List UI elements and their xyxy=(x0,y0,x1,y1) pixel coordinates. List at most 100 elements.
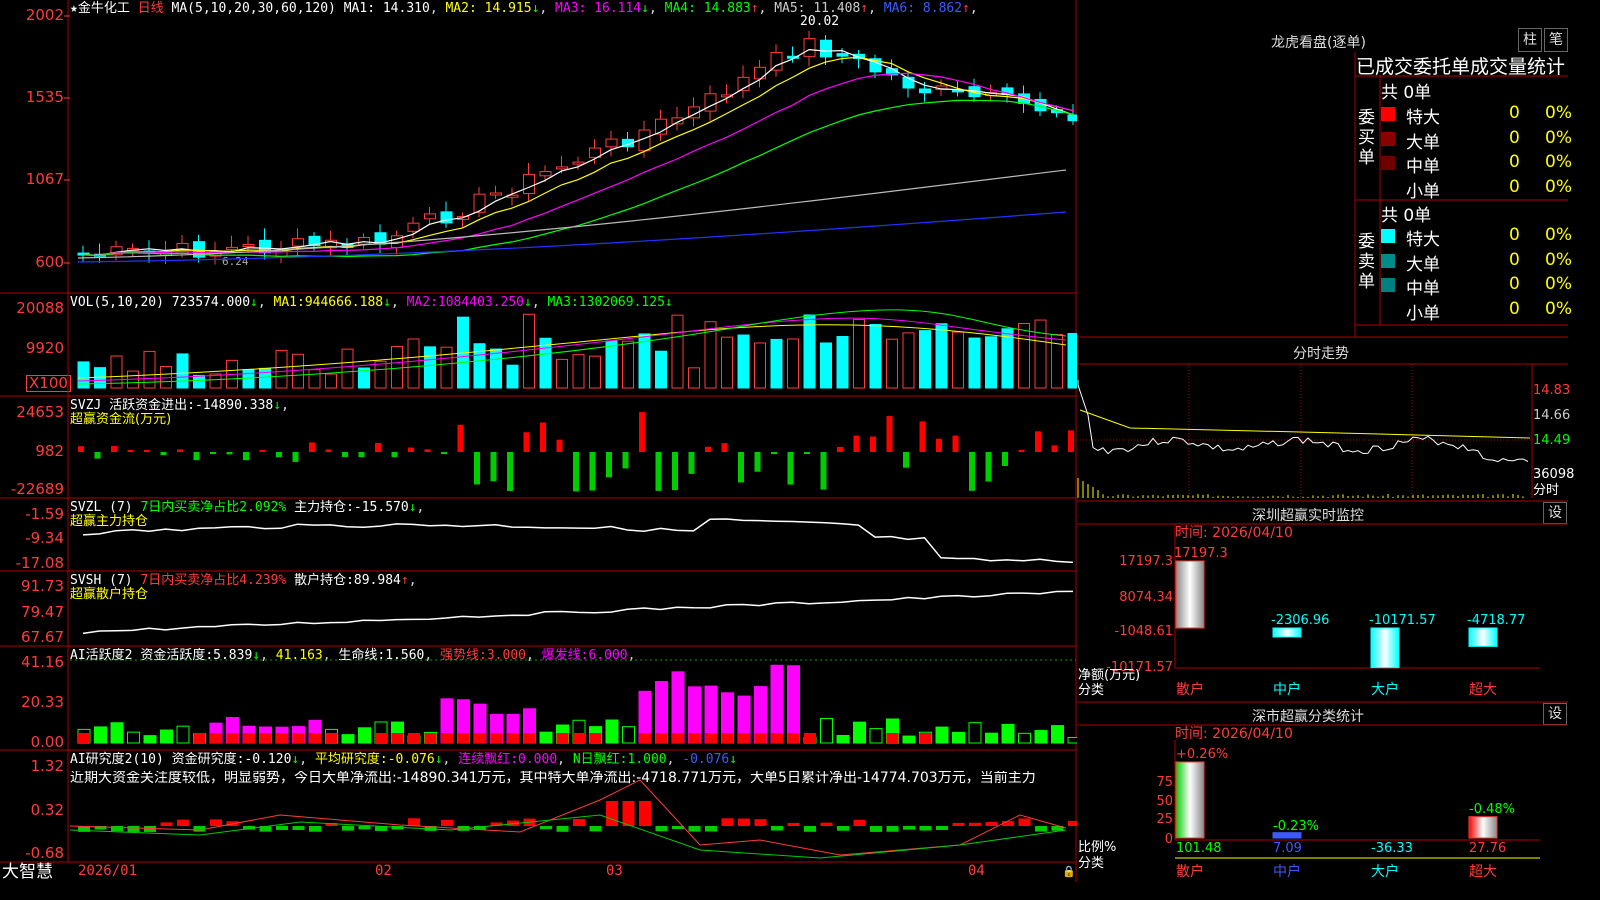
volume-bar xyxy=(556,358,568,389)
order-percent: 0% xyxy=(1545,176,1572,197)
candle-body xyxy=(490,192,502,196)
volume-bar xyxy=(671,314,684,389)
candle-body xyxy=(523,173,535,195)
sz-monitor-y-tick: -1048.61 xyxy=(1114,624,1173,639)
fund-flow-bar xyxy=(144,450,150,452)
intraday-panel[interactable]: 分时走势 14.83 14.66 14.49 36098 分时 xyxy=(1077,337,1574,501)
fund-flow-bar xyxy=(309,442,315,452)
volume-bar xyxy=(737,334,750,389)
intraday-price: 14.49 xyxy=(1533,433,1571,448)
candle-body xyxy=(572,161,585,165)
category-label: 中户 xyxy=(1273,864,1301,880)
fund-flow-bar xyxy=(457,424,464,452)
candle-body xyxy=(803,38,816,57)
order-size-label: 小单 xyxy=(1406,181,1440,202)
activity-bar xyxy=(968,722,982,744)
fund-flow-bar xyxy=(771,452,777,455)
chart-canvas xyxy=(0,0,1077,882)
activity-base xyxy=(589,733,602,743)
activity-base xyxy=(78,733,90,743)
activity-base xyxy=(721,733,734,743)
order-size-label: 大单 xyxy=(1406,132,1440,153)
fund-flow-bar xyxy=(688,452,695,474)
fund-flow-bar xyxy=(787,452,794,485)
buy-side-label: 委买单 xyxy=(1358,108,1375,168)
volume-bar xyxy=(242,369,255,389)
fund-flow-bar xyxy=(754,452,761,472)
candle-body xyxy=(836,53,849,57)
legend-swatch xyxy=(1381,253,1395,268)
volume-bar xyxy=(787,338,799,389)
tab-traded[interactable]: 已成交 xyxy=(1356,56,1413,78)
net-amount-label: -2306.96 xyxy=(1271,613,1330,628)
research-bar xyxy=(556,826,569,832)
activity-base xyxy=(441,733,453,743)
activity-base xyxy=(243,733,255,743)
fund-flow-bar xyxy=(226,452,233,455)
research-bar xyxy=(408,818,420,826)
activity-bar xyxy=(127,731,140,744)
fund-flow-bar xyxy=(391,452,398,458)
category-label: 大户 xyxy=(1371,682,1399,698)
volume-bar xyxy=(853,318,865,389)
activity-bar xyxy=(1067,736,1077,744)
ma4-line xyxy=(82,99,1074,258)
activity-base xyxy=(325,733,338,743)
fund-flow-bar xyxy=(177,449,183,452)
intraday-price: 14.66 xyxy=(1533,408,1571,423)
fund-flow-bar xyxy=(573,452,579,492)
fund-flow-bar xyxy=(837,446,843,452)
fund-flow-bar xyxy=(1002,452,1008,466)
fund-flow-bar xyxy=(243,452,249,461)
research-line-red xyxy=(69,779,1067,856)
order-count: 0 xyxy=(1509,103,1520,123)
research-bar xyxy=(292,826,305,830)
fund-flow-bar xyxy=(886,416,893,452)
candle-body xyxy=(605,138,618,148)
tab-volume[interactable]: 成交量 xyxy=(1470,56,1527,78)
bar-mode-button[interactable]: 柱 xyxy=(1518,28,1542,52)
activity-bar xyxy=(853,721,866,744)
category-label: 散户 xyxy=(1176,682,1204,698)
order-count: 0 xyxy=(1509,298,1520,319)
order-percent: 0% xyxy=(1545,249,1572,270)
activity-base xyxy=(573,733,585,743)
activity-base xyxy=(804,733,816,743)
sz-classify-settings-button[interactable]: 设 xyxy=(1543,703,1567,725)
activity-bar xyxy=(1034,730,1048,744)
order-size-label: 中单 xyxy=(1406,157,1440,177)
tab-stats[interactable]: 统计 xyxy=(1527,56,1565,78)
sz-classify-panel: 深市超赢分类统计 设 时间: 2026/04/10 75 50 25 0 比例%… xyxy=(1077,702,1568,882)
activity-bar xyxy=(1018,732,1031,744)
volume-bar xyxy=(754,342,766,389)
research-bar xyxy=(721,818,734,826)
activity-bar xyxy=(770,664,784,744)
order-percent: 0% xyxy=(1545,127,1572,148)
activity-bar xyxy=(160,729,173,744)
fund-flow-bar xyxy=(325,449,332,452)
research-bar xyxy=(738,818,750,826)
activity-bar xyxy=(341,734,355,744)
tab-orders[interactable]: 委托单 xyxy=(1413,56,1470,78)
activity-bar xyxy=(952,731,965,744)
sz-monitor-panel: 深圳超赢实时监控 设 时间: 2026/04/10 17197.3 8074.3… xyxy=(1077,501,1568,702)
order-count: 0 xyxy=(1509,127,1520,148)
fund-flow-bar xyxy=(127,450,134,452)
fund-flow-bar xyxy=(375,443,381,452)
fund-flow-bar xyxy=(969,452,975,491)
fund-flow-bar xyxy=(985,452,992,482)
activity-base xyxy=(210,733,222,743)
research-bar xyxy=(655,826,668,832)
sz-monitor-settings-button[interactable]: 设 xyxy=(1543,502,1567,524)
volume-bar xyxy=(193,374,205,389)
pen-mode-button[interactable]: 笔 xyxy=(1544,28,1568,52)
order-percent: 0% xyxy=(1545,103,1572,123)
research-bar xyxy=(886,826,899,832)
volume-bar xyxy=(94,367,106,389)
fund-flow-bar xyxy=(408,447,414,452)
volume-bar xyxy=(721,336,733,389)
activity-base xyxy=(556,733,569,743)
intraday-time-label: 分时 xyxy=(1533,483,1560,498)
candle-body xyxy=(424,213,436,220)
legend-swatch xyxy=(1381,156,1395,170)
